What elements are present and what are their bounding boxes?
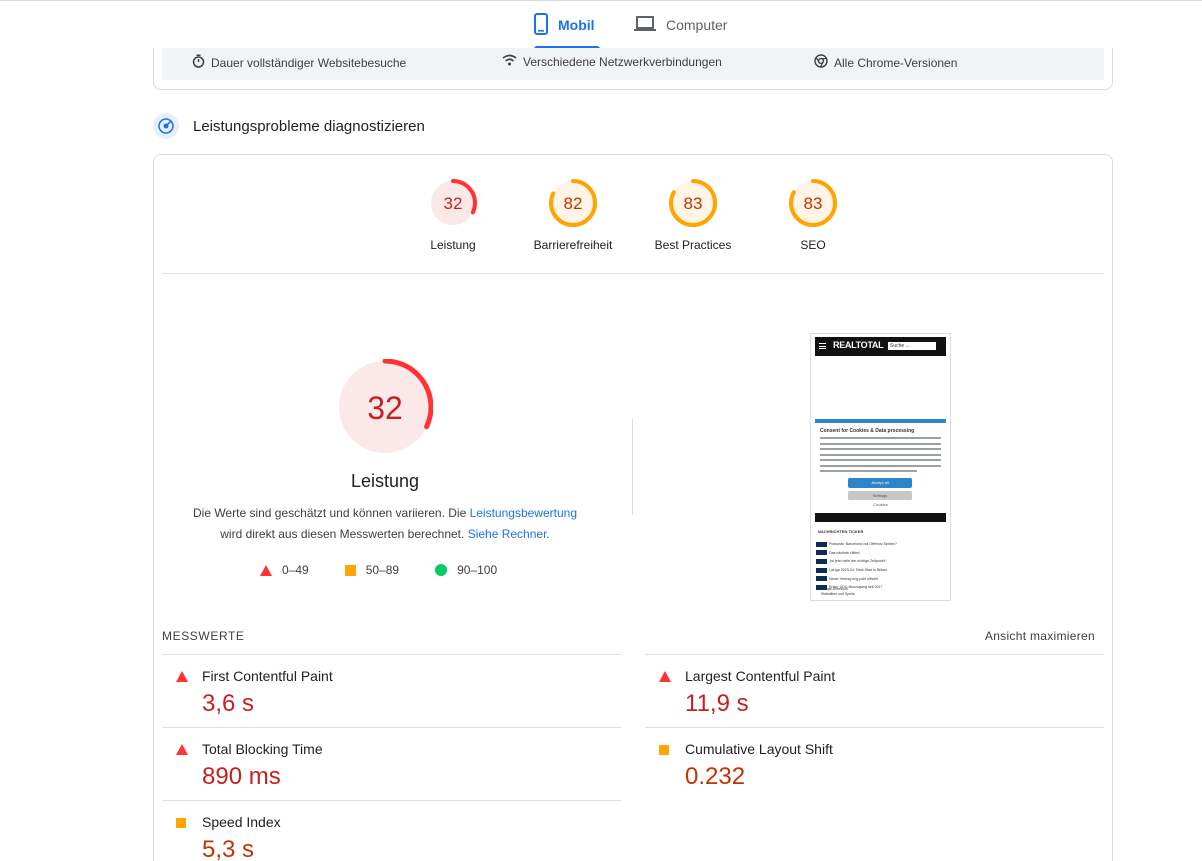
device-tabbar: Mobil Computer [0,0,1202,49]
metric-lcp: Largest Contentful Paint 11,9 s [645,654,1104,727]
legend-item: 90–100 [435,563,497,577]
fail-triangle-icon [659,671,671,682]
gauge-accessibility[interactable]: 82 Barrierefreiheit [518,177,628,252]
category-gauges: 32 Leistung 82 Barrierefreiheit 83 Best … [154,177,1112,273]
metric-fcp: First Contentful Paint 3,6 s [162,654,621,727]
tab-computer[interactable]: Computer [634,1,727,49]
pass-circle-icon [435,564,448,576]
desc-text: Die Werte sind geschätzt und können vari… [192,506,470,520]
gauge-score: 83 [684,194,703,213]
divider [162,273,1104,274]
list-item: Neuer Vertrag eng pobl offiziell [816,574,944,583]
metric-value: 5,3 s [202,836,255,861]
strip-item: Dauer vollständiger Websitebesuche [192,54,406,71]
consent-text [820,437,941,476]
gauge-best-practices[interactable]: 83 Best Practices [638,177,748,252]
strip-item: Verschiedene Netzwerkverbindungen [502,54,722,69]
gauge-performance[interactable]: 32 Leistung [398,177,508,252]
expand-view-button[interactable]: Ansicht maximieren [985,629,1095,643]
calculator-link[interactable]: Siehe Rechner [468,527,547,541]
gauge-ring: 83 [669,179,717,227]
fail-triangle-icon [176,671,188,682]
site-search: Suche ... [888,342,936,350]
metric-tbt: Total Blocking Time 890 ms [162,727,621,800]
vertical-divider [632,419,633,515]
strip-label: Verschiedene Netzwerkverbindungen [523,54,722,69]
gauge-ring: 83 [789,179,837,227]
gauge-score: 83 [804,194,823,213]
field-data-card: Dauer vollständiger Websitebesuche Versc… [153,48,1113,90]
news-ticker-title: NACHRICHTEN TICKER [818,529,864,534]
gauge-ring: 32 [429,179,477,227]
section-title: Leistungsprobleme diagnostizieren [193,117,425,135]
tab-label: Mobil [558,17,595,33]
desc-text: wird direkt aus diesen Messwerten berech… [220,527,468,541]
strip-item: Alle Chrome-Versionen [814,54,957,71]
legend-item: 0–49 [260,563,309,577]
gauge-label: SEO [800,238,826,252]
gauge-label: Best Practices [654,238,732,252]
news-list: Podcasts: Barcelona voll Offensiv-Spiele… [816,540,944,592]
metric-value: 0.232 [685,763,746,790]
gauge-score: 82 [564,194,583,213]
consent-dialog: Consent for Cookies & Data processing Ac… [815,423,946,511]
strip-label: Alle Chrome-Versionen [834,55,958,70]
list-item: Das nächste Hilfes! [816,549,944,558]
site-footer-links: 7-Tage-Übersicht Statistiken und Spiele [821,587,855,596]
metric-value: 11,9 s [685,690,749,717]
metric-value: 890 ms [202,763,281,790]
laptop-icon [634,15,656,35]
cookies-link: Cookies [873,502,888,507]
gauge-label: Barrierefreiheit [533,238,613,252]
legend-item: 50–89 [344,563,399,577]
strip-label: Dauer vollständiger Websitebesuche [211,55,407,70]
page-screenshot[interactable]: REALTOTAL Suche ... Consent for Cookies … [810,333,951,601]
settings-button: Settings [848,491,912,500]
metrics-heading: MESSWERTE [162,629,245,643]
timer-icon [192,54,205,71]
metric-name: Speed Index [202,814,281,830]
gauge-ring: 82 [549,179,597,227]
gauge-label: Leistung [430,238,476,252]
metric-name: First Contentful Paint [202,668,333,684]
site-nav [815,513,946,522]
consent-title: Consent for Cookies & Data processing [820,428,915,434]
site-header: REALTOTAL Suche ... [815,337,946,356]
fail-triangle-icon [260,564,272,576]
performance-gauge: 32 [336,358,434,460]
diagnostics-card: 32 Leistung 82 Barrierefreiheit 83 Best … [153,154,1113,861]
gauge-score: 32 [444,194,463,213]
tab-label: Computer [666,17,728,33]
scoring-link[interactable]: Leistungsbewertung [470,506,577,520]
metric-si: Speed Index 5,3 s [162,800,621,861]
list-item: LaLiga 2023-24: Real-Start in Bilbao [816,566,944,575]
field-data-strip: Dauer vollständiger Websitebesuche Versc… [162,48,1104,80]
site-logo: REALTOTAL [833,340,884,350]
list-item: „Ist jetzt nicht der richtige Zeitpunkt“ [816,557,944,566]
chrome-icon [814,54,828,71]
average-square-icon [344,564,356,576]
average-square-icon [176,817,186,828]
smartphone-icon [534,12,548,38]
gauge-seo[interactable]: 83 SEO [758,177,868,252]
performance-description: Die Werte sind geschätzt und können vari… [174,503,596,545]
accept-button: Accept all [848,478,912,488]
metric-cls: Cumulative Layout Shift 0.232 [645,727,1104,800]
section-header: Leistungsprobleme diagnostizieren [153,113,425,139]
desc-text: . [546,527,550,541]
lighthouse-icon [153,113,179,139]
network-icon [502,54,517,69]
average-square-icon [659,744,669,755]
menu-icon [819,343,826,349]
list-item: Podcasts: Barcelona voll Offensiv-Spiele… [816,540,944,549]
tab-mobile[interactable]: Mobil [534,1,600,49]
metric-value: 3,6 s [202,690,255,717]
performance-score: 32 [367,390,403,426]
metric-name: Cumulative Layout Shift [685,741,833,757]
metric-name: Total Blocking Time [202,741,323,757]
score-legend: 0–49 50–89 90–100 [260,563,533,577]
fail-triangle-icon [176,744,188,755]
performance-title: Leistung [350,471,420,491]
metric-name: Largest Contentful Paint [685,668,836,684]
